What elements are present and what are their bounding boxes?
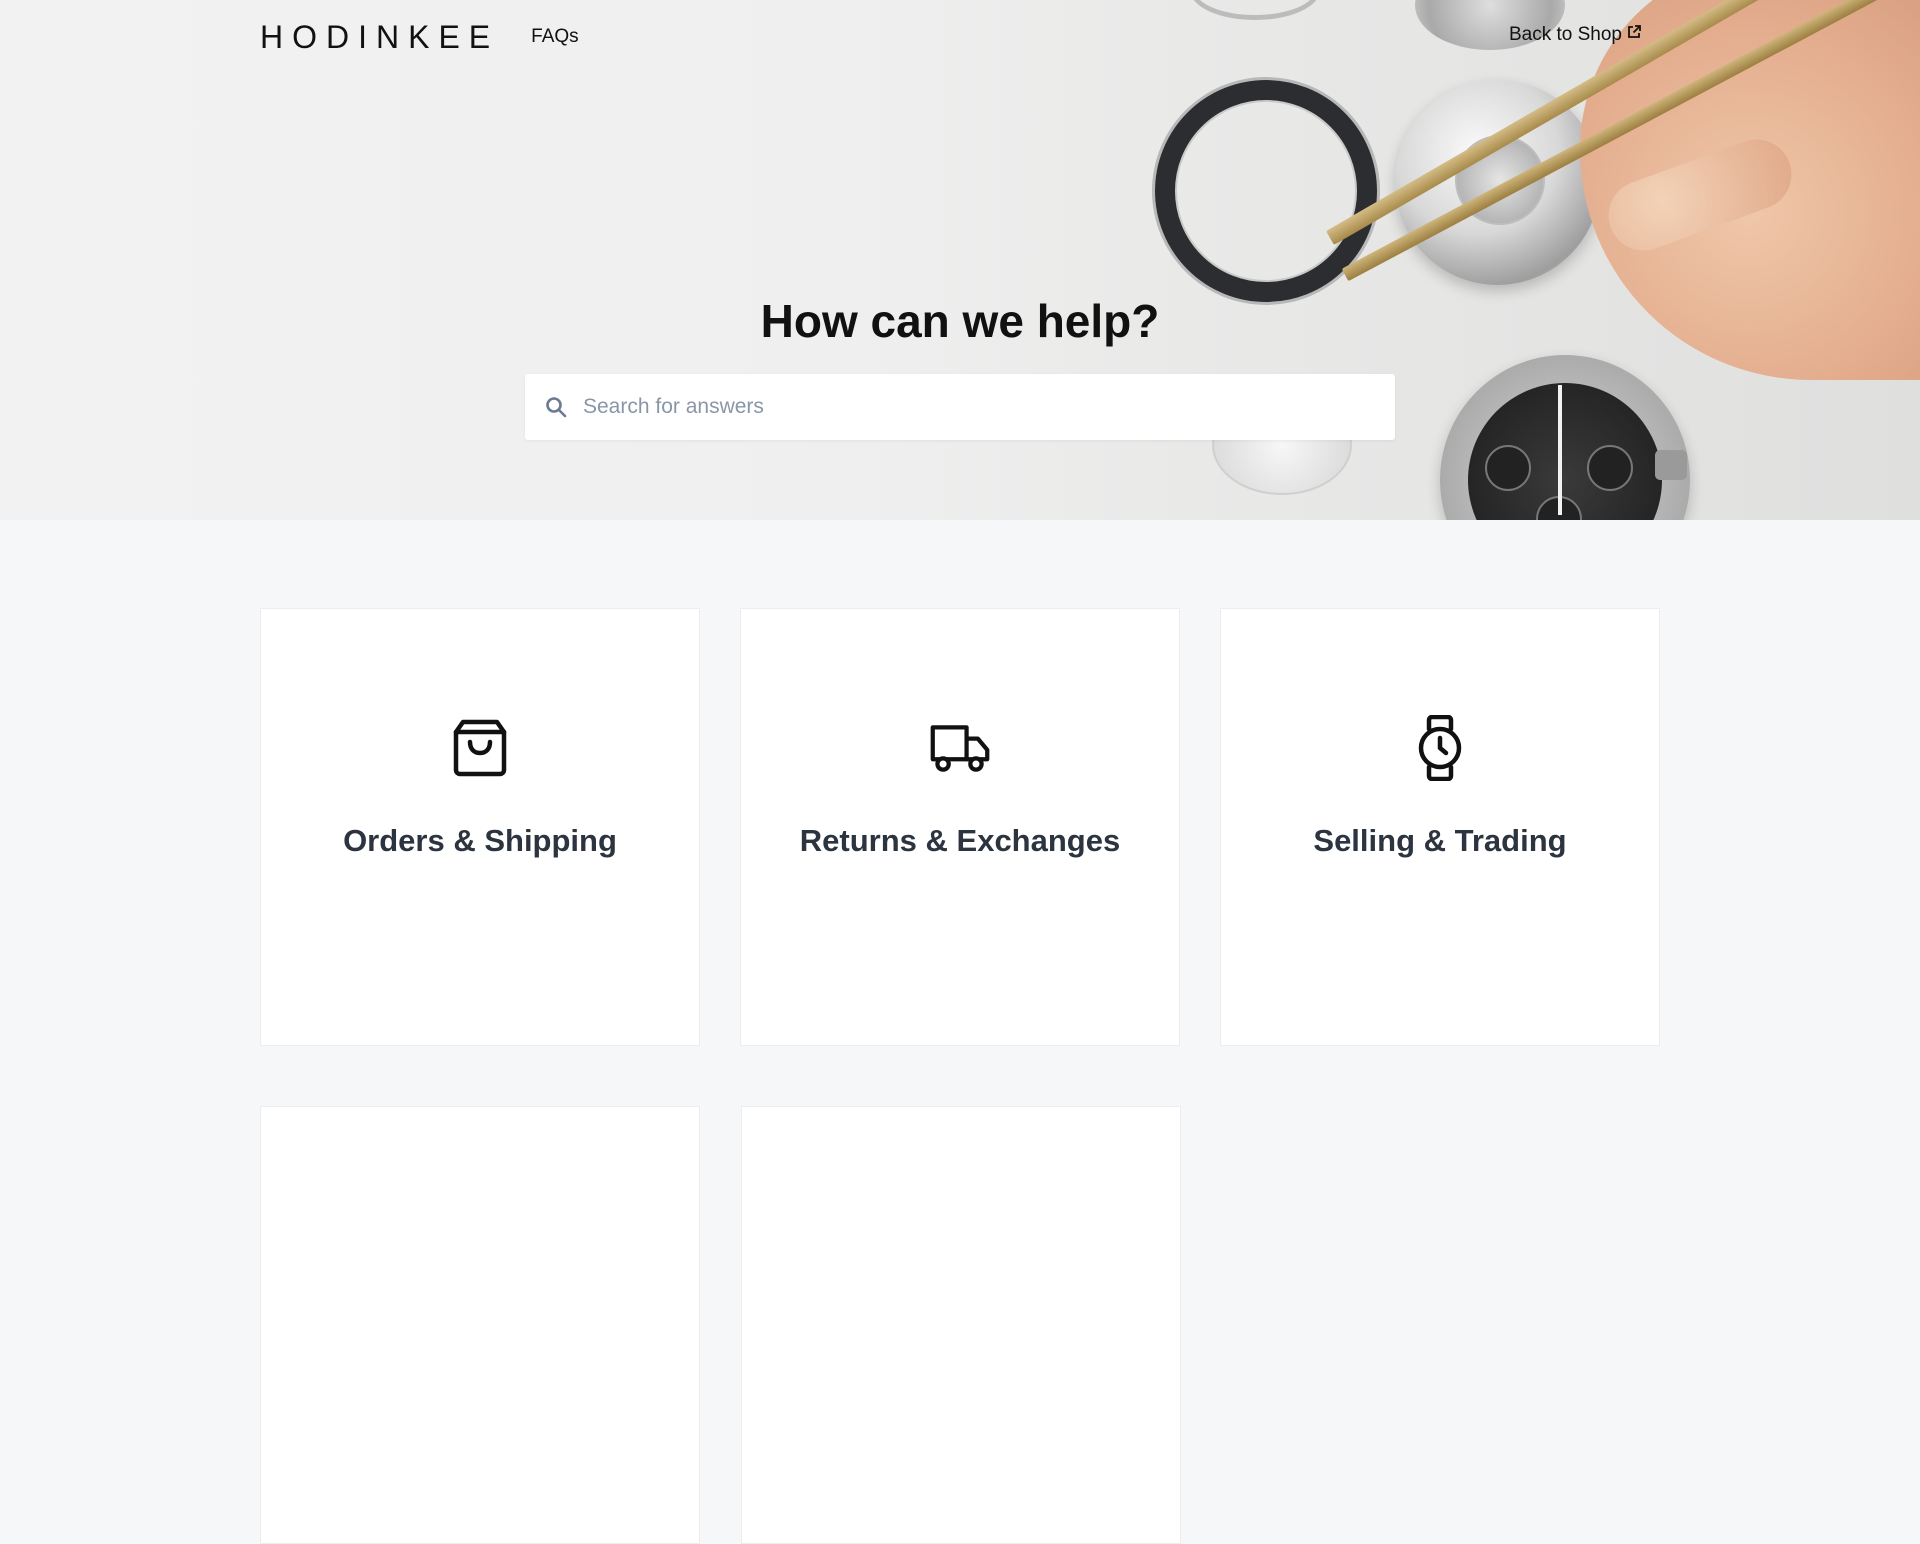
category-card-selling-trading[interactable]: Selling & Trading [1220,608,1660,1046]
category-title: Selling & Trading [1313,823,1567,858]
subdial-image [1485,445,1531,491]
category-title: Orders & Shipping [343,823,617,858]
hodinkee-logo[interactable]: HODINKEE [260,19,499,56]
hero-banner: HODINKEE FAQs Back to Shop How can we he… [0,0,1920,520]
category-title: Returns & Exchanges [799,823,1121,858]
watch-icon [1409,715,1471,781]
search-bar [525,374,1395,440]
watch-crown-image [1655,450,1687,480]
search-input[interactable] [583,374,1395,440]
category-card[interactable] [260,1106,700,1544]
truck-icon [929,717,991,779]
category-card[interactable] [741,1106,1181,1544]
nav-faqs-link[interactable]: FAQs [531,26,579,48]
category-card-orders-shipping[interactable]: Orders & Shipping [260,608,700,1046]
shopping-bag-icon [449,717,511,779]
back-to-shop-label: Back to Shop [1508,24,1622,45]
watch-hand-image [1558,470,1562,515]
search-icon [545,396,567,418]
external-link-icon [1626,24,1642,46]
site-header: HODINKEE FAQs Back to Shop [260,0,1642,74]
subdial-image [1587,445,1633,491]
page-title: How can we help? [760,295,1160,347]
category-card-returns-exchanges[interactable]: Returns & Exchanges [740,608,1180,1046]
watch-hand-image [1558,385,1562,480]
back-to-shop-link[interactable]: Back to Shop [1509,24,1642,46]
